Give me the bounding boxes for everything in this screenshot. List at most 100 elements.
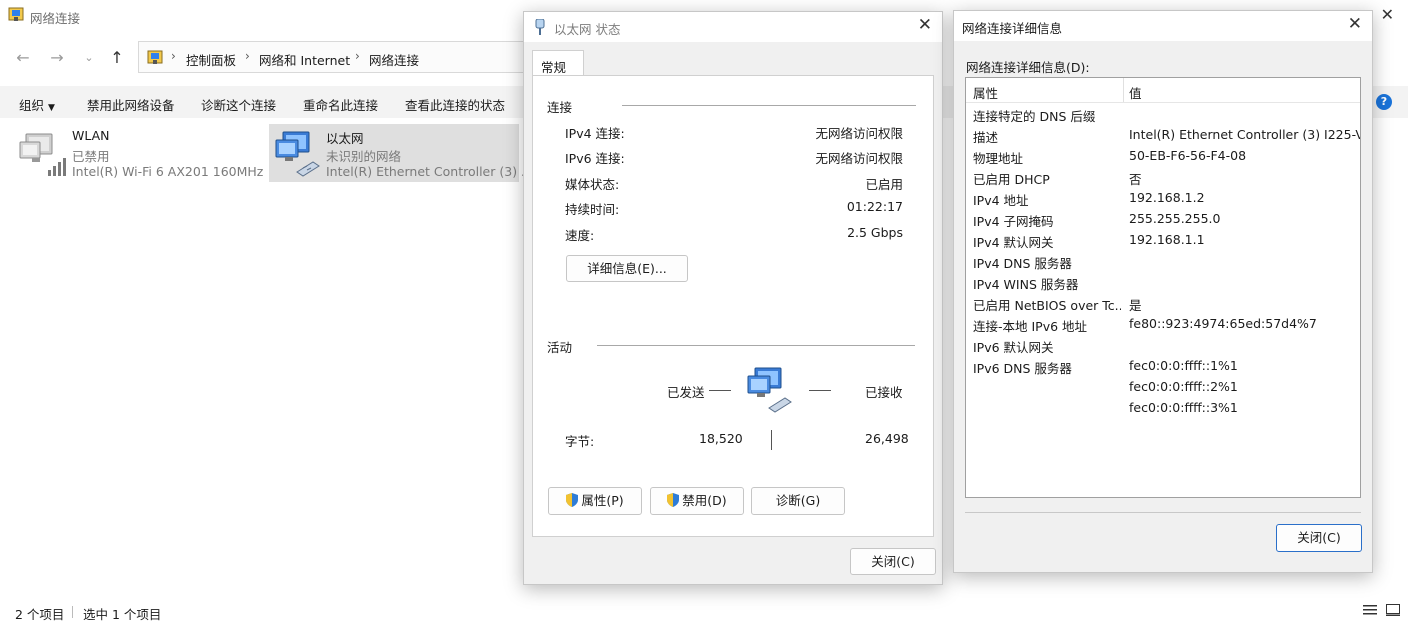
rename-command[interactable]: 重命名此连接: [303, 95, 378, 114]
details-close-button[interactable]: 关闭(C): [1276, 524, 1362, 552]
details-row[interactable]: 已启用 NetBIOS over Tc... 是: [966, 293, 1360, 314]
ipv4-connectivity-label: IPv4 连接:: [565, 126, 625, 141]
group-divider: [597, 345, 915, 346]
details-property: IPv4 WINS 服务器: [973, 277, 1079, 292]
details-row[interactable]: 物理地址 50-EB-F6-56-F4-08: [966, 146, 1360, 167]
disable-device-command[interactable]: 禁用此网络设备: [87, 95, 175, 114]
ethernet-adapter-icon: [275, 131, 320, 177]
item-status: 已禁用: [72, 149, 110, 164]
chevron-right-icon: ›: [245, 49, 250, 63]
details-row[interactable]: IPv6 默认网关: [966, 335, 1360, 356]
details-row[interactable]: 连接-本地 IPv6 地址 fe80::923:4974:65ed:57d4%7: [966, 314, 1360, 335]
help-icon[interactable]: ?: [1376, 94, 1392, 110]
details-value: 255.255.255.0: [1129, 211, 1221, 226]
view-status-command[interactable]: 查看此连接的状态: [405, 95, 505, 114]
properties-button[interactable]: 属性(P): [548, 487, 642, 515]
properties-label: 属性(P): [581, 493, 624, 508]
ipv6-connectivity-label: IPv6 连接:: [565, 151, 625, 166]
details-row[interactable]: 连接特定的 DNS 后缀: [966, 104, 1360, 125]
details-row[interactable]: fec0:0:0:ffff::3%1: [966, 398, 1360, 419]
details-row[interactable]: IPv4 DNS 服务器: [966, 251, 1360, 272]
details-property: IPv4 DNS 服务器: [973, 256, 1072, 271]
details-value: 192.168.1.2: [1129, 190, 1205, 205]
back-arrow-icon[interactable]: ←: [12, 48, 34, 68]
close-icon[interactable]: ✕: [1348, 14, 1362, 34]
breadcrumb-network-internet[interactable]: 网络和 Internet: [259, 50, 350, 69]
details-row[interactable]: fec0:0:0:ffff::2%1: [966, 377, 1360, 398]
ethernet-status-dialog: 以太网 状态 ✕ 常规 连接 IPv4 连接: 无网络访问权限 IPv6 连接:…: [523, 11, 943, 585]
details-row[interactable]: 已启用 DHCP 否: [966, 167, 1360, 188]
uac-shield-icon: [566, 493, 579, 507]
disable-label: 禁用(D): [682, 493, 727, 508]
network-connections-icon: [8, 7, 24, 21]
organize-label: 组织: [19, 98, 45, 113]
window-title: 网络连接: [30, 11, 81, 26]
forward-arrow-icon[interactable]: →: [46, 48, 68, 68]
close-icon[interactable]: ✕: [1381, 5, 1394, 24]
media-state-label: 媒体状态:: [565, 177, 620, 192]
details-property: 已启用 DHCP: [973, 172, 1050, 187]
status-close-button[interactable]: 关闭(C): [850, 548, 936, 575]
recent-dropdown-icon[interactable]: ⌄: [78, 48, 100, 68]
activity-network-icon: [747, 367, 792, 413]
control-panel-icon: [147, 50, 163, 64]
sent-dash: [709, 390, 731, 391]
tab-general[interactable]: 常规: [532, 50, 584, 76]
dialog-separator: [965, 512, 1361, 513]
group-divider: [622, 105, 916, 106]
caret-down-icon: ▼: [48, 103, 55, 113]
details-value: fe80::923:4974:65ed:57d4%7: [1129, 316, 1317, 331]
diagnose-command[interactable]: 诊断这个连接: [201, 95, 276, 114]
ipv4-connectivity-value: 无网络访问权限: [815, 126, 903, 141]
dialog-titlebar: 网络连接详细信息 ✕: [954, 11, 1372, 41]
dialog-title: 网络连接详细信息: [962, 21, 1063, 36]
connection-group-label: 连接: [547, 100, 573, 115]
connection-item-ethernet[interactable]: 以太网 未识别的网络 Intel(R) Ethernet Controller …: [269, 124, 533, 182]
details-button[interactable]: 详细信息(E)...: [566, 255, 688, 282]
details-row[interactable]: IPv4 地址 192.168.1.2: [966, 188, 1360, 209]
duration-value: 01:22:17: [846, 199, 903, 214]
media-state-value: 已启用: [865, 177, 903, 192]
details-property: IPv6 DNS 服务器: [973, 361, 1072, 376]
details-value: 192.168.1.1: [1129, 232, 1205, 247]
close-icon[interactable]: ✕: [918, 15, 932, 35]
details-row[interactable]: IPv6 DNS 服务器 fec0:0:0:ffff::1%1: [966, 356, 1360, 377]
column-property[interactable]: 属性: [973, 83, 998, 102]
speed-value: 2.5 Gbps: [847, 225, 903, 240]
breadcrumb-control-panel[interactable]: 控制面板: [186, 50, 236, 69]
bytes-sent-value: 18,520: [699, 431, 743, 446]
up-arrow-icon[interactable]: ↑: [106, 48, 128, 68]
item-name: WLAN: [72, 128, 110, 143]
details-value: 否: [1129, 172, 1142, 187]
details-row[interactable]: IPv4 WINS 服务器: [966, 272, 1360, 293]
chevron-right-icon: ›: [171, 49, 176, 63]
dialog-titlebar: 以太网 状态 ✕: [524, 12, 942, 42]
details-row[interactable]: IPv4 默认网关 192.168.1.1: [966, 230, 1360, 251]
organize-menu[interactable]: 组织 ▼: [19, 95, 55, 114]
item-count: 2 个项目: [15, 607, 65, 622]
details-row[interactable]: 描述 Intel(R) Ethernet Controller (3) I225-…: [966, 125, 1360, 146]
tiles-view-icon[interactable]: [1386, 604, 1400, 616]
activity-group-label: 活动: [547, 340, 573, 355]
status-divider: [72, 606, 73, 618]
details-value: Intel(R) Ethernet Controller (3) I225-V: [1129, 127, 1361, 142]
details-row[interactable]: IPv4 子网掩码 255.255.255.0: [966, 209, 1360, 230]
column-value[interactable]: 值: [1129, 83, 1142, 102]
connection-item-wlan[interactable]: WLAN 已禁用 Intel(R) Wi-Fi 6 AX201 160MHz: [14, 124, 263, 182]
selected-count: 选中 1 个项目: [83, 607, 162, 622]
details-value: fec0:0:0:ffff::2%1: [1129, 379, 1238, 394]
column-divider[interactable]: [1123, 78, 1124, 102]
details-property: IPv4 子网掩码: [973, 214, 1054, 229]
general-tab-panel: [532, 75, 934, 537]
details-list[interactable]: 属性 值 连接特定的 DNS 后缀 描述 Intel(R) Ethernet Con…: [965, 77, 1361, 498]
dialog-title: 以太网 状态: [554, 22, 621, 37]
disable-button[interactable]: 禁用(D): [650, 487, 744, 515]
details-value: fec0:0:0:ffff::3%1: [1129, 400, 1238, 415]
address-bar[interactable]: › 控制面板 › 网络和 Internet › 网络连接: [138, 41, 528, 73]
breadcrumb-network-connections[interactable]: 网络连接: [369, 50, 419, 69]
chevron-right-icon: ›: [355, 49, 360, 63]
item-status: 未识别的网络: [326, 149, 402, 164]
details-view-icon[interactable]: [1363, 604, 1377, 616]
diagnose-button[interactable]: 诊断(G): [751, 487, 845, 515]
details-value: 是: [1129, 298, 1142, 313]
